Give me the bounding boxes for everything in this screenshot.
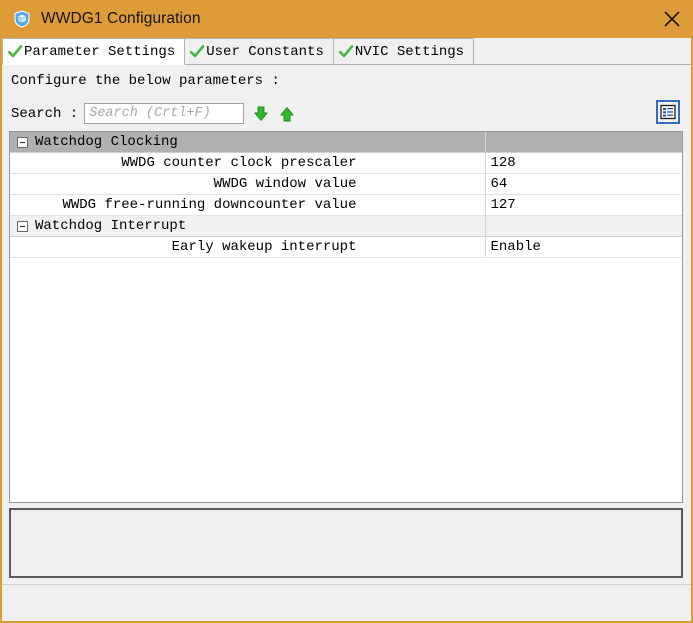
search-label: Search :: [11, 105, 79, 122]
search-input[interactable]: [84, 103, 245, 124]
tab-nvic-settings[interactable]: NVIC Settings: [332, 38, 475, 64]
collapse-icon[interactable]: [17, 220, 28, 232]
list-view-toggle-button[interactable]: [656, 100, 680, 124]
green-check-icon: [190, 44, 205, 57]
param-name: Early wakeup interrupt: [10, 236, 486, 258]
param-name: WWDG window value: [10, 173, 486, 195]
parameter-table: Watchdog Clocking WWDG counter clock pre…: [10, 132, 682, 258]
group-value-cell: [485, 215, 682, 237]
arrow-down-icon[interactable]: [252, 105, 270, 123]
green-check-icon: [7, 44, 23, 57]
parameter-table-container[interactable]: Watchdog Clocking WWDG counter clock pre…: [9, 131, 683, 503]
group-name-cell: Watchdog Interrupt: [10, 215, 486, 237]
button-bar-divider: [2, 584, 691, 585]
param-value[interactable]: Enable: [485, 236, 682, 258]
configure-hint-text: Configure the below parameters :: [11, 73, 280, 89]
tab-label: NVIC Settings: [354, 43, 465, 60]
table-row[interactable]: WWDG window value 64: [10, 173, 682, 195]
table-group-header[interactable]: Watchdog Interrupt: [10, 215, 682, 237]
table-group-header[interactable]: Watchdog Clocking: [10, 132, 682, 153]
table-row[interactable]: Early wakeup interrupt Enable: [10, 236, 682, 258]
green-check-icon: [338, 44, 354, 57]
window-title: WWDG1 Configuration: [41, 10, 201, 27]
collapse-icon[interactable]: [17, 136, 28, 148]
group-title: Watchdog Interrupt: [35, 218, 187, 234]
close-button[interactable]: [649, 0, 691, 38]
search-row: Search :: [11, 103, 296, 124]
shield-icon: [14, 10, 30, 28]
wwdg1-configuration-dialog: WWDG1 Configuration Parameter Settings U…: [0, 0, 693, 623]
param-value[interactable]: 64: [485, 173, 682, 195]
group-name-cell: Watchdog Clocking: [10, 132, 486, 153]
tab-user-constants[interactable]: User Constants: [184, 38, 334, 64]
param-name: WWDG counter clock prescaler: [10, 152, 486, 174]
tab-label: Parameter Settings: [24, 43, 176, 60]
list-view-icon: [660, 104, 676, 120]
param-value[interactable]: 127: [485, 194, 682, 216]
param-value[interactable]: 128: [485, 152, 682, 174]
tab-strip: Parameter Settings User Constants NVIC S…: [2, 38, 691, 65]
tab-label: User Constants: [206, 43, 324, 60]
table-row[interactable]: WWDG free-running downcounter value 127: [10, 194, 682, 216]
table-row[interactable]: WWDG counter clock prescaler 128: [10, 152, 682, 174]
content-area: Configure the below parameters : Search …: [2, 65, 691, 619]
message-panel: [9, 508, 683, 578]
close-icon: [664, 11, 680, 27]
tab-parameter-settings[interactable]: Parameter Settings: [2, 38, 186, 65]
title-bar: WWDG1 Configuration: [2, 0, 691, 38]
param-name: WWDG free-running downcounter value: [10, 194, 486, 216]
arrow-up-icon[interactable]: [278, 105, 296, 123]
group-value-cell: [485, 132, 682, 153]
group-title: Watchdog Clocking: [35, 134, 178, 150]
